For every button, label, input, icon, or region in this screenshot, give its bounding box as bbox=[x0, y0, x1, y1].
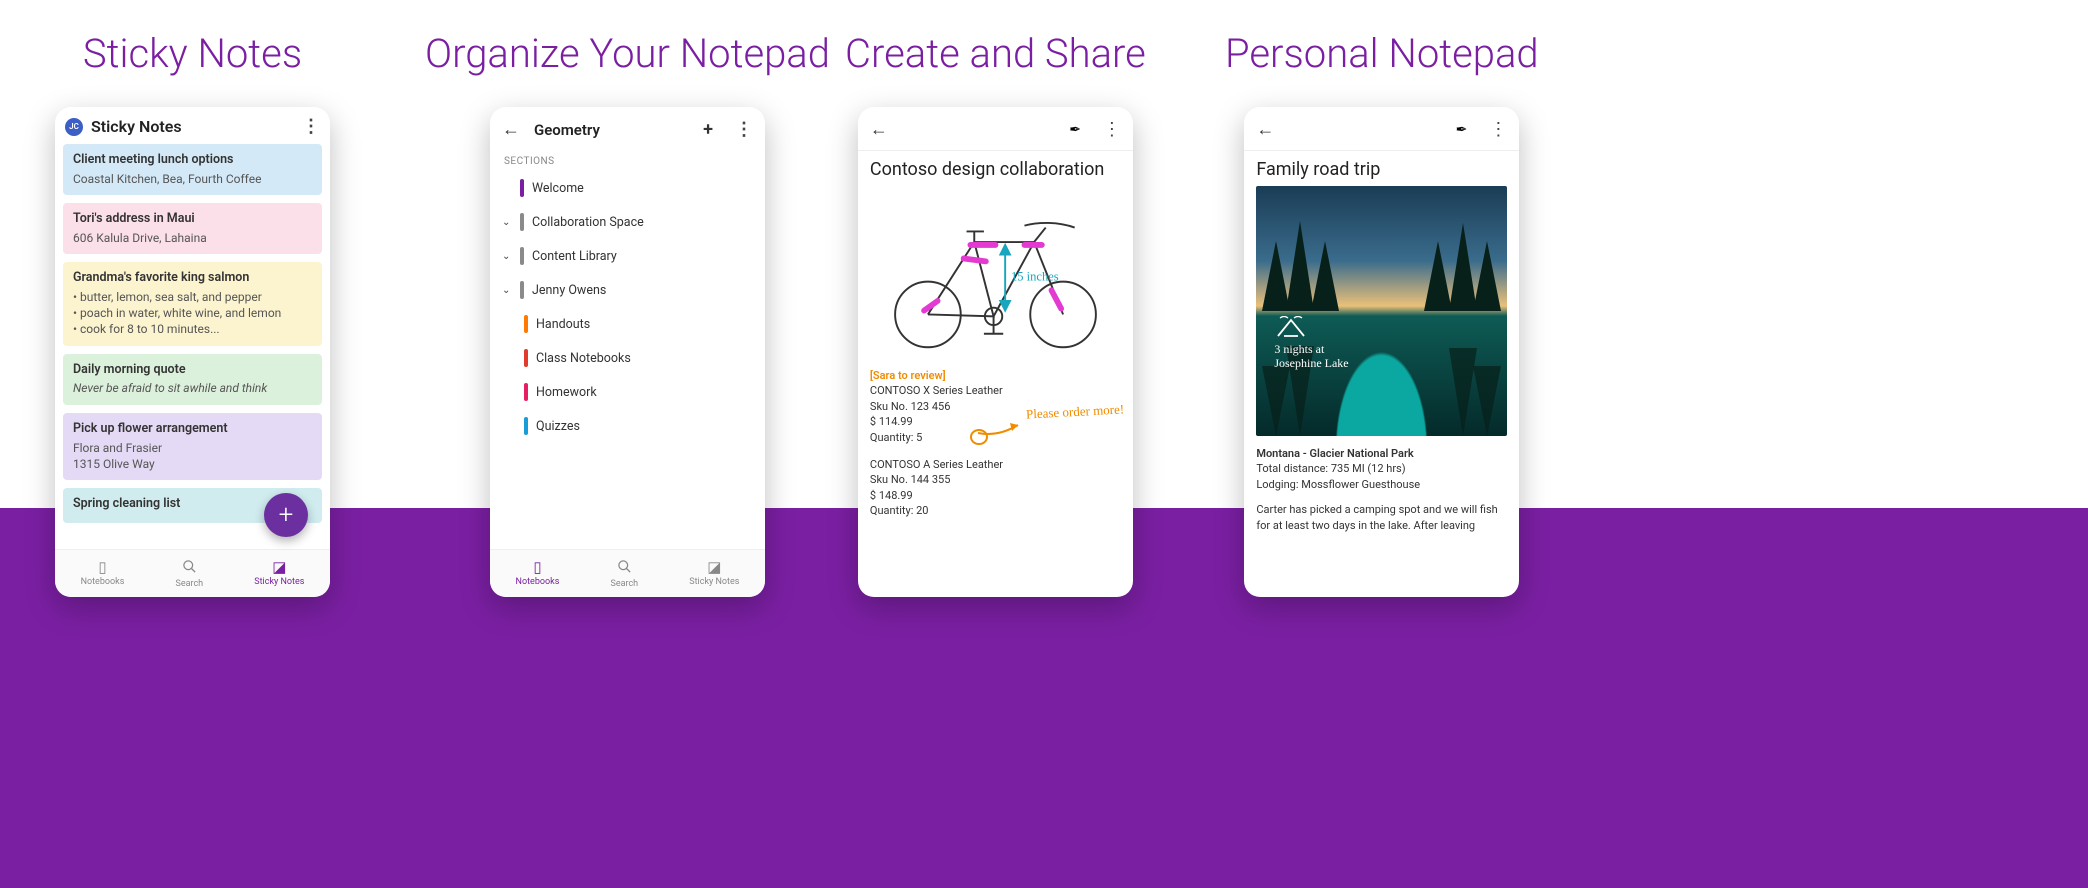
section-group[interactable]: ⌄ Collaboration Space bbox=[490, 205, 765, 239]
add-icon[interactable]: + bbox=[703, 119, 713, 140]
notebook-icon: ▯ bbox=[533, 560, 541, 575]
sticky-note[interactable]: Grandma's favorite king salmon • butter,… bbox=[63, 262, 322, 345]
color-tab bbox=[524, 383, 528, 401]
color-tab bbox=[520, 281, 524, 299]
bike-sketch: 15 inches bbox=[870, 186, 1121, 356]
pen-icon[interactable]: ✒ bbox=[1456, 122, 1468, 138]
more-icon[interactable]: ⋮ bbox=[1489, 121, 1507, 139]
sticky-note-icon: ◪ bbox=[707, 560, 721, 575]
section-group[interactable]: ⌄ Content Library bbox=[490, 239, 765, 273]
sticky-note[interactable]: Daily morning quote Never be afraid to s… bbox=[63, 354, 322, 405]
sticky-note[interactable]: Tori's address in Maui 606 Kalula Drive,… bbox=[63, 203, 322, 254]
search-icon bbox=[617, 559, 632, 577]
search-icon bbox=[182, 559, 197, 577]
more-icon[interactable]: ⋮ bbox=[302, 118, 320, 136]
color-tab bbox=[524, 417, 528, 435]
color-tab bbox=[520, 247, 524, 265]
sticky-note-icon: ◪ bbox=[272, 560, 286, 575]
product-info: CONTOSO A Series Leather Sku No. 144 355… bbox=[870, 457, 1121, 519]
page-title: Family road trip bbox=[1256, 159, 1507, 180]
nav-notebooks[interactable]: ▯ Notebooks bbox=[516, 560, 560, 587]
color-tab bbox=[524, 349, 528, 367]
color-tab bbox=[524, 315, 528, 333]
more-icon[interactable]: ⋮ bbox=[1103, 121, 1121, 139]
back-icon[interactable]: ← bbox=[1256, 119, 1274, 140]
chevron-down-icon: ⌄ bbox=[502, 285, 512, 296]
tent-doodle bbox=[1274, 316, 1308, 340]
avatar[interactable]: JC bbox=[65, 118, 83, 136]
caption-1: Sticky Notes bbox=[83, 30, 302, 77]
chevron-down-icon: ⌄ bbox=[502, 251, 512, 262]
nav-search[interactable]: Search bbox=[175, 559, 203, 589]
section-item[interactable]: Quizzes bbox=[490, 409, 765, 443]
sticky-note[interactable]: Pick up flower arrangement Flora and Fra… bbox=[63, 413, 322, 480]
color-tab bbox=[520, 213, 524, 231]
sticky-note[interactable]: Client meeting lunch options Coastal Kit… bbox=[63, 144, 322, 195]
screen-title: Sticky Notes bbox=[91, 117, 182, 136]
notebook-title: Geometry bbox=[534, 121, 600, 139]
back-icon[interactable]: ← bbox=[870, 119, 888, 140]
section-item[interactable]: Welcome bbox=[490, 171, 765, 205]
page-title: Contoso design collaboration bbox=[870, 159, 1121, 180]
sections-label: SECTIONS bbox=[490, 150, 765, 171]
caption-2: Organize Your Notepad bbox=[425, 30, 830, 77]
nav-search[interactable]: Search bbox=[610, 559, 638, 589]
notebook-icon: ▯ bbox=[98, 560, 106, 575]
phone-organize: ← Geometry + ⋮ SECTIONS Welcome ⌄ Collab… bbox=[490, 107, 765, 597]
circle-annotation bbox=[970, 429, 988, 445]
phone-sticky-notes: JC Sticky Notes ⋮ Client meeting lunch o… bbox=[55, 107, 330, 597]
section-item[interactable]: Class Notebooks bbox=[490, 341, 765, 375]
add-note-fab[interactable]: + bbox=[264, 493, 308, 537]
svg-text:15 inches: 15 inches bbox=[1011, 270, 1059, 284]
section-group[interactable]: ⌄ Jenny Owens bbox=[490, 273, 765, 307]
nav-sticky-notes[interactable]: ◪ Sticky Notes bbox=[254, 560, 304, 587]
more-icon[interactable]: ⋮ bbox=[735, 121, 753, 139]
phone-create-share: ← ✒ ⋮ Contoso design collaboration bbox=[858, 107, 1133, 597]
nav-notebooks[interactable]: ▯ Notebooks bbox=[81, 560, 125, 587]
back-icon[interactable]: ← bbox=[502, 119, 520, 140]
section-item[interactable]: Homework bbox=[490, 375, 765, 409]
section-item[interactable]: Handouts bbox=[490, 307, 765, 341]
color-tab bbox=[520, 179, 524, 197]
pen-icon[interactable]: ✒ bbox=[1069, 122, 1081, 138]
caption-3: Create and Share bbox=[845, 30, 1146, 77]
trip-info: Montana - Glacier National Park Total di… bbox=[1256, 446, 1507, 533]
chevron-down-icon: ⌄ bbox=[502, 217, 512, 228]
phone-personal: ← ✒ ⋮ Family road trip bbox=[1244, 107, 1519, 597]
trip-photo: 3 nights at Josephine Lake bbox=[1256, 186, 1507, 436]
nav-sticky-notes[interactable]: ◪ Sticky Notes bbox=[689, 560, 739, 587]
caption-4: Personal Notepad bbox=[1225, 30, 1539, 77]
